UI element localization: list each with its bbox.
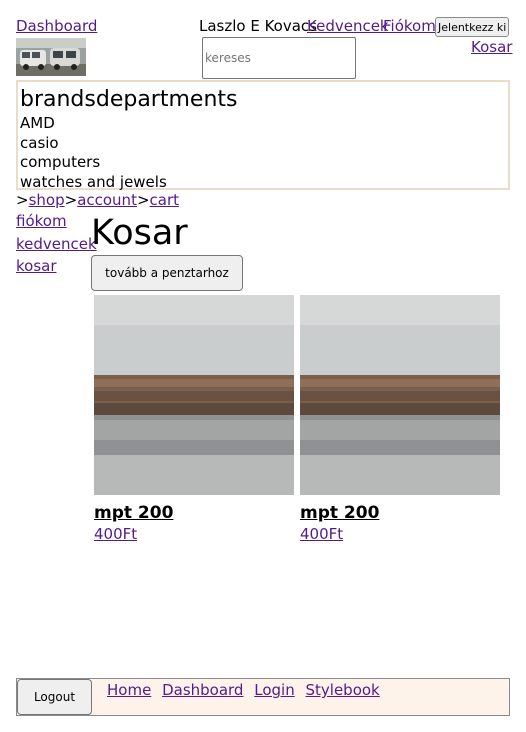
breadcrumb-separator: >	[136, 191, 150, 209]
user-name: Laszlo E Kovacs	[199, 17, 317, 35]
category-item[interactable]: computers	[20, 153, 506, 173]
search-input[interactable]	[202, 37, 356, 79]
footer-link-stylebook[interactable]: Stylebook	[306, 681, 380, 699]
checkout-button[interactable]: tovább a penztarhoz	[91, 255, 243, 291]
footer-link-dashboard[interactable]: Dashboard	[162, 681, 243, 699]
product-image[interactable]	[300, 295, 500, 495]
categories-title: brandsdepartments	[20, 87, 238, 112]
sidebar-item-account[interactable]: fiókom	[16, 210, 97, 233]
breadcrumb-cart[interactable]: cart	[150, 191, 180, 209]
footer-logout-button[interactable]: Logout	[17, 679, 92, 715]
breadcrumb: >shop>account>cart	[16, 191, 179, 209]
breadcrumb-account[interactable]: account	[77, 191, 137, 209]
sidebar-nav: fiókom kedvencek kosar	[16, 210, 97, 278]
cart-link[interactable]: Kosar	[471, 38, 512, 56]
footer-link-home[interactable]: Home	[107, 681, 151, 699]
account-link[interactable]: Fiókom	[383, 17, 436, 35]
logo-picture	[16, 38, 86, 76]
product-price[interactable]: 400Ft	[300, 523, 500, 545]
category-item[interactable]: casio	[20, 134, 506, 154]
footer-links: Home Dashboard Login Stylebook	[107, 681, 386, 699]
product-card: mpt 200 400Ft	[94, 295, 294, 545]
category-item[interactable]: watches and jewels	[20, 173, 506, 193]
categories-panel: brandsdepartments AMD casio computers wa…	[16, 80, 510, 193]
footer: Logout Home Dashboard Login Stylebook	[16, 678, 510, 716]
footer-link-login[interactable]: Login	[254, 681, 294, 699]
breadcrumb-separator: >	[64, 191, 78, 209]
header-logout-button[interactable]: Jelentkezz ki	[435, 17, 509, 37]
breadcrumb-separator: >	[16, 191, 29, 209]
breadcrumb-shop[interactable]: shop	[29, 191, 65, 209]
category-item[interactable]: AMD	[20, 114, 506, 134]
sidebar-item-favorites[interactable]: kedvencek	[16, 233, 97, 256]
sidebar-item-cart[interactable]: kosar	[16, 255, 97, 278]
dashboard-link[interactable]: Dashboard	[16, 17, 97, 35]
product-card: mpt 200 400Ft	[300, 295, 500, 545]
product-price[interactable]: 400Ft	[94, 523, 294, 545]
product-name[interactable]: mpt 200	[94, 503, 294, 523]
page-title: Kosar	[91, 213, 188, 253]
product-name[interactable]: mpt 200	[300, 503, 500, 523]
logo-image[interactable]	[16, 38, 86, 76]
favorites-link[interactable]: Kedvencek	[307, 17, 389, 35]
product-image[interactable]	[94, 295, 294, 495]
